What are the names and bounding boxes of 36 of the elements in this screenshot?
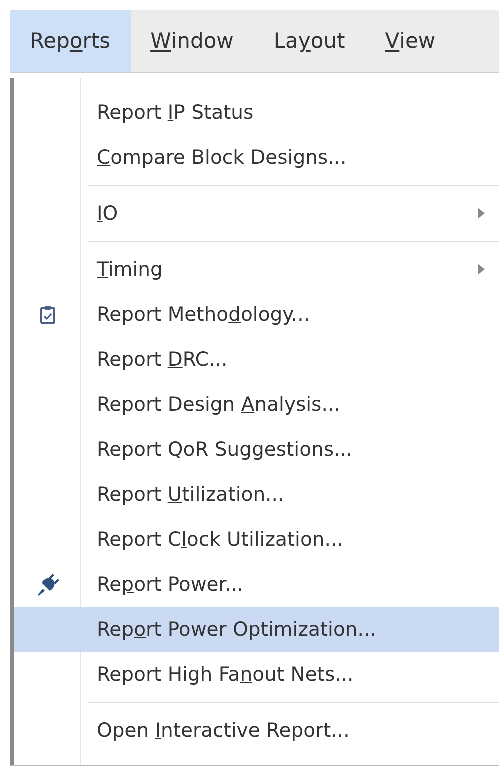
menu-item[interactable]: Report Clock Utilization...: [14, 517, 499, 562]
menu-item-label: Open Interactive Report...: [96, 719, 351, 742]
menu-bar-item[interactable]: Layout: [254, 10, 366, 72]
menu-item-label: Report Utilization...: [96, 483, 286, 506]
menu-item[interactable]: Report Utilization...: [14, 472, 499, 517]
menu-item[interactable]: Open Interactive Report...: [14, 708, 499, 753]
menu-item-label: Compare Block Designs...: [96, 146, 348, 169]
menu-item[interactable]: Report Power...: [14, 562, 499, 607]
menu-item-label: Report QoR Suggestions...: [96, 438, 354, 461]
menu-item[interactable]: Report Design Analysis...: [14, 382, 499, 427]
menu-item-label: Report Power Optimization...: [96, 618, 378, 641]
menu-item[interactable]: Report High Fanout Nets...: [14, 652, 499, 697]
plug-icon: [36, 574, 60, 596]
menu-item-label: Report DRC...: [96, 348, 229, 371]
menu-item[interactable]: Compare Block Designs...: [14, 135, 499, 180]
menu-item-label: Report Power...: [96, 573, 245, 596]
menu-item-label: Report Design Analysis...: [96, 393, 342, 416]
submenu-arrow-icon: [478, 208, 485, 219]
submenu-arrow-icon: [478, 264, 485, 275]
clipboard-icon: [40, 304, 56, 324]
menu-item[interactable]: Report Methodology...: [14, 292, 499, 337]
menu-bar-item[interactable]: View: [365, 10, 456, 72]
menu-bar-item[interactable]: Window: [130, 10, 254, 72]
menu-item[interactable]: Timing: [14, 247, 499, 292]
menu-item-label: Report High Fanout Nets...: [96, 663, 355, 686]
menu-item[interactable]: IO: [14, 191, 499, 236]
menu-item-label: Timing: [96, 258, 164, 281]
menu-item-label: Report Methodology...: [96, 303, 312, 326]
menu-item[interactable]: Report IP Status: [14, 90, 499, 135]
menu-bar-item[interactable]: Reports: [10, 10, 131, 72]
menu-item-label: Report IP Status: [96, 101, 255, 124]
menu-item[interactable]: Report Power Optimization...: [14, 607, 499, 652]
menu-item-label: Report Clock Utilization...: [96, 528, 344, 551]
menu-item-label: IO: [96, 202, 120, 225]
menu-item[interactable]: Report QoR Suggestions...: [14, 427, 499, 472]
menu-item[interactable]: Report DRC...: [14, 337, 499, 382]
